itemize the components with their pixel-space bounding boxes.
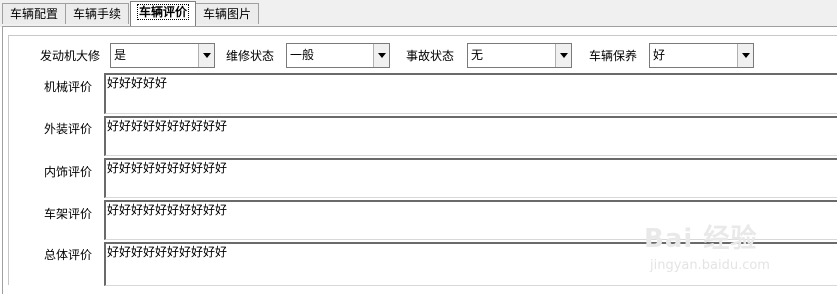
tab-vehicle-config[interactable]: 车辆配置 (2, 3, 66, 24)
tab-vehicle-photos[interactable]: 车辆图片 (195, 3, 259, 24)
interior-eval-textarea[interactable]: 好好好好好好好好好好 (104, 158, 837, 198)
tab-label: 车辆手续 (72, 7, 121, 21)
frame-eval-label: 车架评价 (44, 207, 93, 221)
engine-overhaul-value: 是 (114, 48, 127, 62)
chevron-down-icon[interactable] (555, 44, 571, 67)
interior-eval-text: 好好好好好好好好好好 (107, 161, 228, 175)
mechanical-eval-label: 机械评价 (44, 80, 93, 94)
tab-label: 车辆评价 (136, 4, 189, 20)
engine-overhaul-select[interactable]: 是 (110, 43, 215, 68)
chevron-down-icon[interactable] (373, 44, 389, 67)
tab-label: 车辆配置 (9, 7, 58, 21)
exterior-eval-textarea[interactable]: 好好好好好好好好好好 (104, 116, 837, 156)
maintenance-select[interactable]: 好 (649, 43, 754, 68)
chevron-down-icon[interactable] (198, 44, 214, 67)
exterior-eval-label: 外装评价 (44, 122, 93, 136)
accident-status-value: 无 (471, 48, 484, 62)
tab-vehicle-evaluation[interactable]: 车辆评价 (130, 1, 196, 26)
maintenance-value: 好 (653, 48, 666, 62)
frame-eval-text: 好好好好好好好好好好 (107, 203, 228, 217)
tab-label: 车辆图片 (202, 7, 251, 21)
engine-overhaul-label: 发动机大修 (40, 49, 101, 63)
exterior-eval-text: 好好好好好好好好好好 (107, 119, 228, 133)
mechanical-eval-textarea[interactable]: 好好好好好 (104, 73, 837, 114)
mechanical-eval-text: 好好好好好 (107, 76, 168, 90)
chevron-down-icon[interactable] (737, 44, 753, 67)
repair-status-label: 维修状态 (226, 49, 275, 63)
watermark-logo: Bai 经验 (644, 224, 758, 254)
tab-bar: 车辆配置 车辆手续 车辆评价 车辆图片 (0, 0, 837, 27)
watermark-url: jingyan.baidu.com (650, 258, 770, 273)
accident-status-label: 事故状态 (406, 49, 455, 63)
accident-status-select[interactable]: 无 (467, 43, 572, 68)
overall-eval-label: 总体评价 (44, 248, 93, 262)
repair-status-value: 一般 (290, 48, 315, 62)
interior-eval-label: 内饰评价 (44, 165, 93, 179)
tab-vehicle-documents[interactable]: 车辆手续 (65, 3, 129, 24)
overall-eval-text: 好好好好好好好好好好 (107, 245, 228, 259)
repair-status-select[interactable]: 一般 (286, 43, 390, 68)
maintenance-label: 车辆保养 (589, 49, 638, 63)
